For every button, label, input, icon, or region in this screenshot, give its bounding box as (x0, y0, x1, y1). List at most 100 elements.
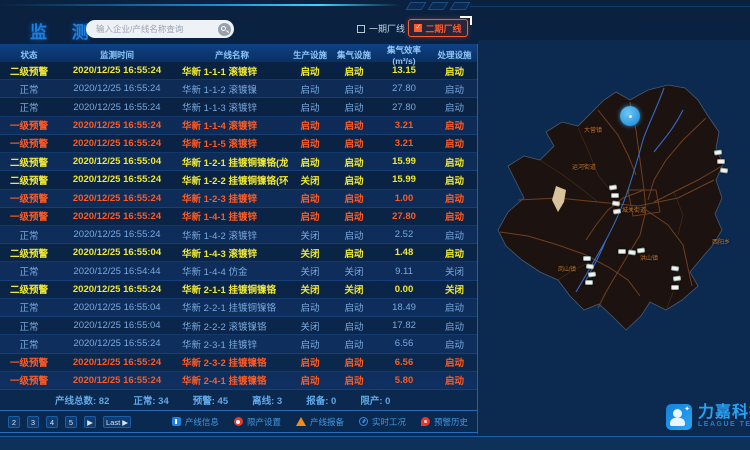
district-map[interactable]: 大营镇运河街道城关街道西阳乡洪山镇岗山镇 (478, 40, 750, 435)
prod-facility-state: 关闭 (288, 228, 332, 242)
monitor-time: 2020/12/25 16:55:24 (58, 65, 176, 76)
table-row[interactable]: 正常2020/12/25 16:55:24华新 1-1-3 滚镀锌启动启动27.… (0, 98, 477, 116)
prod-facility-state: 启动 (288, 209, 332, 223)
map-highlight-marker[interactable] (620, 106, 640, 126)
prod-facility-state: 启动 (288, 373, 332, 387)
phase1-checkbox[interactable]: 一期厂线 (357, 22, 405, 35)
table-row[interactable]: 一级预警2020/12/25 16:55:24华新 1-2-3 挂镀锌启动启动1… (0, 190, 477, 208)
treat-facility-state: 关闭 (432, 282, 477, 296)
page-button[interactable]: 5 (65, 416, 77, 428)
facility-marker[interactable] (628, 249, 637, 255)
gas-facility-state: 启动 (332, 64, 376, 78)
legend-item-limit-circle[interactable]: 限产设置 (234, 416, 281, 428)
table-row[interactable]: 正常2020/12/25 16:55:04华新 2-2-2 滚镀镍铬关闭启动17… (0, 317, 477, 335)
legend-label: 预警历史 (434, 416, 468, 428)
gas-facility-state: 启动 (332, 136, 376, 150)
search-button[interactable] (218, 23, 231, 36)
facility-marker[interactable] (611, 193, 619, 198)
gas-facility-state: 关闭 (332, 282, 376, 296)
table-row[interactable]: 二级预警2020/12/25 16:55:24华新 1-2-2 挂镀铜镍铬(环形… (0, 171, 477, 189)
gas-efficiency-value: 27.80 (376, 211, 432, 222)
prod-facility-state: 启动 (288, 82, 332, 96)
table-row[interactable]: 正常2020/12/25 16:54:44华新 1-4-4 仿金关闭关闭9.11… (0, 262, 477, 280)
gas-facility-state: 启动 (332, 246, 376, 260)
table-row[interactable]: 二级预警2020/12/25 16:55:04华新 1-4-3 滚镀锌关闭启动1… (0, 244, 477, 262)
gas-efficiency-value: 5.80 (376, 375, 432, 386)
treat-facility-state: 启动 (432, 155, 477, 169)
table-row[interactable]: 正常2020/12/25 16:55:04华新 2-2-1 挂镀铜镍铬启动启动1… (0, 299, 477, 317)
history-dot-icon (421, 417, 430, 426)
legend-item-info-square[interactable]: 产线信息 (172, 416, 219, 428)
search-input[interactable] (96, 24, 218, 34)
legend-label: 限产设置 (247, 416, 281, 428)
page-button[interactable]: ▶ (84, 416, 96, 428)
page-button[interactable]: 3 (27, 416, 39, 428)
gas-efficiency-value: 27.80 (376, 83, 432, 94)
table-row[interactable]: 二级预警2020/12/25 16:55:04华新 1-2-1 挂镀铜镍铬(龙门… (0, 153, 477, 171)
legend-label: 实时工况 (372, 416, 406, 428)
status-badge: 二级预警 (0, 246, 58, 260)
summary-item: 正常: 34 (133, 393, 168, 407)
table-row[interactable]: 一级预警2020/12/25 16:55:24华新 1-4-1 挂镀锌启动启动2… (0, 208, 477, 226)
table-row[interactable]: 正常2020/12/25 16:55:24华新 2-3-1 挂镀锌启动启动6.5… (0, 335, 477, 353)
facility-marker[interactable] (671, 265, 680, 271)
facility-marker[interactable] (618, 249, 626, 254)
monitor-time: 2020/12/25 16:55:04 (58, 320, 176, 331)
facility-marker[interactable] (585, 280, 593, 285)
table-row[interactable]: 一级预警2020/12/25 16:55:24华新 2-3-2 挂镀镍铬启动启动… (0, 354, 477, 372)
table-row[interactable]: 二级预警2020/12/25 16:55:24华新 2-1-1 挂镀铜镍铬关闭关… (0, 281, 477, 299)
map-place-label: 岗山镇 (558, 264, 576, 273)
top-deco-box (428, 2, 449, 10)
treat-facility-state: 启动 (432, 228, 477, 242)
facility-marker[interactable] (717, 159, 725, 164)
facility-marker[interactable] (586, 263, 595, 269)
bottom-strip (0, 436, 750, 450)
legend-item-history-dot[interactable]: 预警历史 (421, 416, 468, 428)
facility-marker[interactable] (720, 167, 729, 173)
treat-facility-state: 启动 (432, 100, 477, 114)
gas-facility-state: 启动 (332, 319, 376, 333)
table-row[interactable]: 一级预警2020/12/25 16:55:24华新 1-1-5 滚镀锌启动启动3… (0, 135, 477, 153)
prod-facility-state: 启动 (288, 155, 332, 169)
facility-marker[interactable] (612, 200, 621, 206)
page-button[interactable]: 4 (46, 416, 58, 428)
line-name: 华新 2-4-1 挂镀镍铬 (176, 373, 288, 387)
line-name: 华新 2-2-2 滚镀镍铬 (176, 319, 288, 333)
status-badge: 二级预警 (0, 282, 58, 296)
phase2-label: 二期厂线 (425, 22, 461, 35)
summary-item: 离线: 3 (252, 393, 282, 407)
top-deco-box (406, 2, 427, 10)
table-row[interactable]: 正常2020/12/25 16:55:24华新 1-1-2 滚镀镍启动启动27.… (0, 80, 477, 98)
legend-item-gauge[interactable]: 实时工况 (359, 416, 406, 428)
phase2-button[interactable]: ✓ 二期厂线 (408, 19, 468, 37)
map-canvas (478, 40, 750, 435)
page-button[interactable]: Last ▶ (103, 416, 131, 428)
map-place-label: 城关街道 (622, 205, 646, 214)
monitor-time: 2020/12/25 16:55:24 (58, 211, 176, 222)
monitor-time: 2020/12/25 16:55:24 (58, 229, 176, 240)
status-badge: 一级预警 (0, 191, 58, 205)
legend-item-warn-triangle[interactable]: 产线报备 (296, 416, 344, 428)
table-row[interactable]: 正常2020/12/25 16:55:24华新 1-4-2 滚镀锌关闭启动2.5… (0, 226, 477, 244)
line-name: 华新 1-1-5 滚镀锌 (176, 136, 288, 150)
line-name: 华新 1-1-2 滚镀镍 (176, 82, 288, 96)
gas-efficiency-value: 15.99 (376, 156, 432, 167)
page-button[interactable]: 2 (8, 416, 20, 428)
treat-facility-state: 启动 (432, 355, 477, 369)
status-badge: 一级预警 (0, 373, 58, 387)
gas-facility-state: 关闭 (332, 264, 376, 278)
table-row[interactable]: 二级预警2020/12/25 16:55:24华新 1-1-1 滚镀锌启动启动1… (0, 62, 477, 80)
facility-marker[interactable] (671, 285, 679, 290)
table-row[interactable]: 一级预警2020/12/25 16:55:24华新 1-1-4 滚镀锌启动启动3… (0, 117, 477, 135)
gas-efficiency-value: 3.21 (376, 120, 432, 131)
gas-facility-state: 启动 (332, 82, 376, 96)
line-name: 华新 1-1-1 滚镀锌 (176, 64, 288, 78)
column-header: 监测时间 (58, 49, 176, 61)
facility-marker[interactable] (583, 256, 591, 261)
monitor-time: 2020/12/25 16:55:24 (58, 138, 176, 149)
corner-bracket-deco (460, 16, 472, 25)
treat-facility-state: 启动 (432, 319, 477, 333)
table-row[interactable]: 一级预警2020/12/25 16:55:24华新 2-4-1 挂镀镍铬启动启动… (0, 372, 477, 390)
gas-efficiency-value: 6.56 (376, 357, 432, 368)
gas-facility-state: 启动 (332, 228, 376, 242)
